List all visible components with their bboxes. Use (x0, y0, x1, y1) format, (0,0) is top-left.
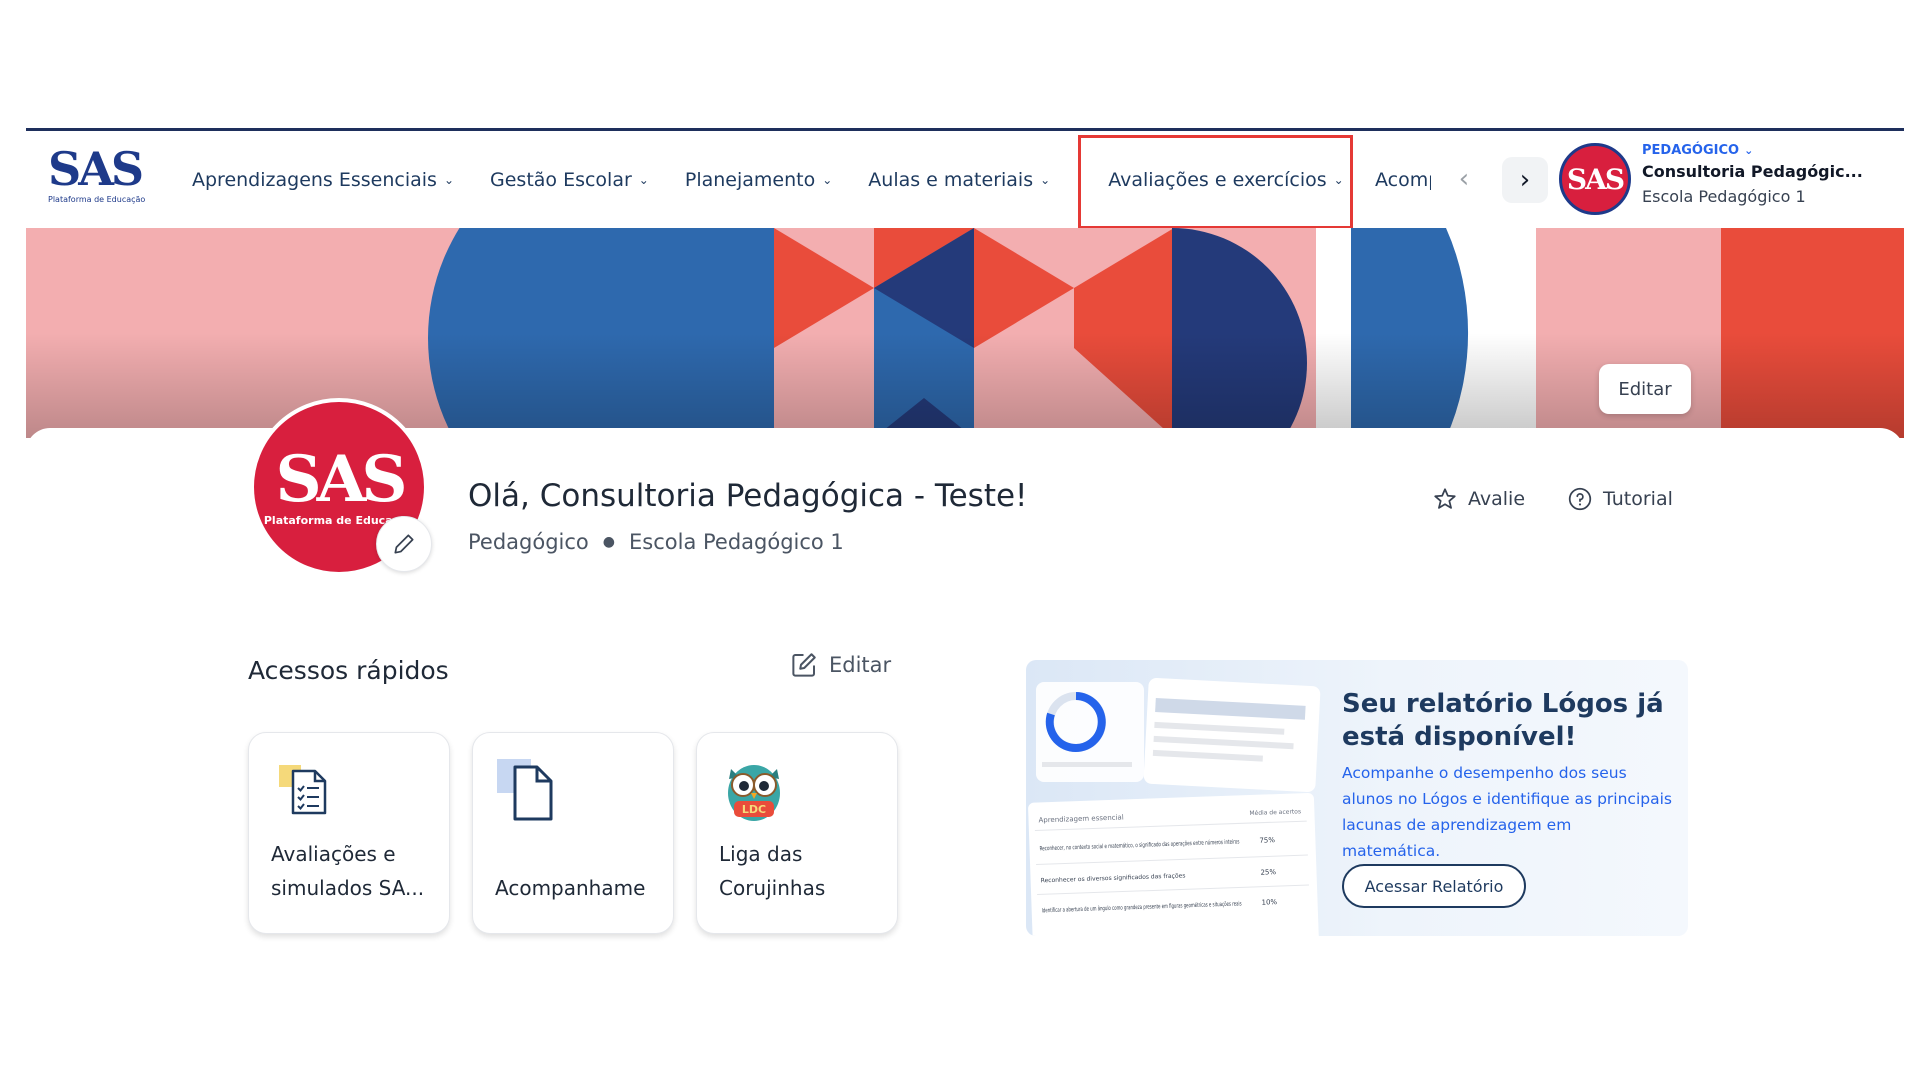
profile-school: Escola Pedagógico 1 (1642, 187, 1806, 206)
user-school: Escola Pedagógico 1 (629, 530, 844, 554)
profile-role-label: PEDAGÓGICO (1642, 143, 1740, 158)
help-circle-icon (1568, 487, 1592, 511)
edit-avatar-button[interactable] (376, 516, 432, 572)
chevron-down-icon: ⌄ (822, 172, 833, 187)
tutorial-label: Tutorial (1603, 488, 1673, 510)
logo-text: SAS (48, 142, 144, 196)
preview-row-value: 10% (1261, 898, 1277, 907)
logos-report-banner: Aprendizagem essencial Média de acertos … (1026, 660, 1688, 936)
greeting-title: Olá, Consultoria Pedagógica - Teste! (468, 478, 1028, 514)
chevron-down-icon: ⌄ (1040, 172, 1051, 187)
access-report-button[interactable]: Acessar Relatório (1342, 864, 1526, 908)
profile-menu[interactable]: PEDAGÓGICO ⌄ Consultoria Pedagógic... Es… (1642, 143, 1892, 206)
rate-label: Avalie (1468, 488, 1526, 510)
quick-access-card-avaliacoes[interactable]: Avaliações e simulados SA... (248, 732, 450, 934)
menu-item-label: Gestão Escolar (490, 168, 632, 191)
preview-row-value: 75% (1259, 836, 1275, 845)
chevron-down-icon: ⌄ (1744, 144, 1754, 157)
tutorial-button[interactable]: Tutorial (1567, 486, 1673, 512)
checklist-document-icon (279, 765, 327, 815)
quick-access-edit-button[interactable]: Editar (789, 650, 891, 680)
star-icon (1434, 488, 1456, 509)
edit-banner-button[interactable]: Editar (1599, 364, 1691, 414)
quick-access-title: Acessos rápidos (248, 656, 449, 685)
profile-avatar[interactable]: SAS (1559, 143, 1631, 215)
rate-button[interactable]: Avalie (1432, 486, 1525, 512)
header-actions: Avalie Tutorial (1432, 486, 1673, 512)
app-frame: SAS Plataforma de Educação Aprendizagens… (26, 128, 1904, 1080)
chevron-down-icon: ⌄ (443, 172, 455, 187)
top-navbar: SAS Plataforma de Educação Aprendizagens… (26, 131, 1904, 229)
card-label-line2: Corujinhas (719, 876, 826, 900)
menu-item-label: Planejamento (684, 168, 816, 191)
menu-item-aprendizagens[interactable]: Aprendizagens Essenciais ⌄ (174, 169, 472, 191)
avatar-logo-text: SAS (275, 441, 407, 517)
menu-item-gestao[interactable]: Gestão Escolar ⌄ (472, 169, 667, 191)
quick-access-card-acompanhamento[interactable]: Acompanhame (472, 732, 674, 934)
menu-item-label: Aulas e materiais (868, 168, 1034, 191)
card-label-line2: Acompanhame (495, 876, 646, 900)
menu-item-planejamento[interactable]: Planejamento ⌄ (667, 169, 850, 191)
pencil-icon (394, 534, 414, 554)
card-label-line2: simulados SA... (271, 876, 425, 900)
promo-title: Seu relatório Lógos já está disponível! (1342, 689, 1664, 752)
chevron-left-icon[interactable]: ‹ (1446, 161, 1482, 197)
quick-access-cards: Avaliações e simulados SA... Acompanhame (248, 732, 898, 934)
card-label: Liga das Corujinhas (719, 837, 889, 905)
profile-name: Consultoria Pedagógic... (1642, 162, 1863, 181)
card-label-line1: Avaliações e (271, 842, 396, 866)
menu-item-label: Acompanhamento (1375, 168, 1431, 191)
edit-square-icon (792, 653, 816, 677)
owl-icon: LDC (728, 765, 780, 821)
user-context: Pedagógico ● Escola Pedagógico 1 (468, 530, 844, 554)
card-label: Avaliações e simulados SA... (271, 837, 441, 905)
menu-item-aulas[interactable]: Aulas e materiais ⌄ (850, 169, 1068, 191)
promo-description: Acompanhe o desempenho dos seus alunos n… (1342, 764, 1672, 860)
card-label-line1: Liga das (719, 842, 803, 866)
menu-item-label: Aprendizagens Essenciais (192, 168, 437, 191)
logo-subtitle: Plataforma de Educação (48, 195, 146, 204)
profile-content: SAS Plataforma de Educação Olá, Consulto… (26, 398, 1904, 1080)
sas-logo[interactable]: SAS Plataforma de Educação (48, 145, 156, 207)
avatar-text: SAS (1566, 162, 1625, 196)
svg-text:LDC: LDC (742, 803, 766, 816)
separator-dot: ● (602, 534, 615, 550)
profile-role[interactable]: PEDAGÓGICO ⌄ (1642, 143, 1892, 158)
card-label-line1 (495, 837, 665, 871)
user-role: Pedagógico (468, 530, 589, 554)
chevron-down-icon: ⌄ (638, 172, 649, 187)
card-label: Acompanhame (495, 837, 665, 905)
file-icon (497, 759, 553, 821)
chevron-right-icon[interactable]: › (1502, 157, 1548, 203)
report-preview-illustration: Aprendizagem essencial Média de acertos … (1028, 677, 1321, 936)
quick-access-card-corujinhas[interactable]: LDC Liga das Corujinhas (696, 732, 898, 934)
preview-row-value: 25% (1260, 868, 1276, 877)
menu-item-acompanhamento[interactable]: Acompanhamento (1375, 131, 1431, 228)
quick-access-edit-label: Editar (829, 653, 892, 677)
highlight-box (1078, 135, 1353, 229)
